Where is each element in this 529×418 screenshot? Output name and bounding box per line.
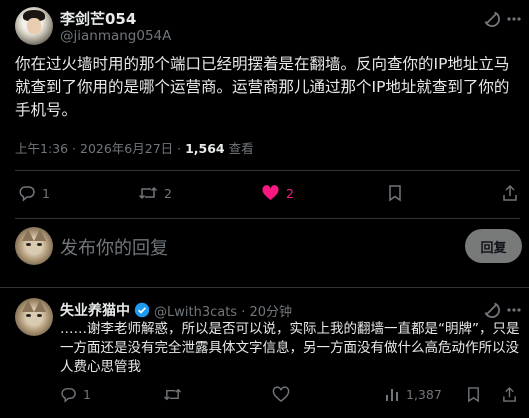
author-name[interactable]: 李剑芒054 <box>60 8 136 29</box>
reply-input[interactable]: 发布你的回复 <box>60 234 168 260</box>
tweet-meta: 上午1:36 · 2026年6月27日 · 1,564 查看 <box>15 138 254 157</box>
reply-author-handle: @Lwith3cats · 20分钟 <box>154 301 292 320</box>
divider <box>15 170 520 171</box>
share-icon <box>503 386 516 402</box>
my-avatar[interactable] <box>15 227 53 265</box>
reply-retweet-action[interactable] <box>163 386 182 403</box>
author-handle[interactable]: @jianmang054A <box>60 28 171 44</box>
reply-handle[interactable]: @Lwith3cats <box>154 305 237 320</box>
grok-icon[interactable] <box>482 10 500 32</box>
retweet-action[interactable]: 2 <box>138 184 172 202</box>
retweet-icon <box>138 186 158 200</box>
bookmark-icon <box>468 387 479 403</box>
reply-view-count: 1,387 <box>406 387 442 402</box>
reply-reply-count: 1 <box>83 387 91 402</box>
retweet-icon <box>163 388 182 401</box>
bookmark-icon <box>389 185 401 202</box>
reply-reply-action[interactable]: 1 <box>60 386 91 403</box>
heart-icon <box>272 386 290 403</box>
like-count: 2 <box>286 185 294 201</box>
verified-badge-icon <box>134 302 150 322</box>
reply-time[interactable]: · 20分钟 <box>237 305 292 320</box>
reply-icon <box>61 388 76 403</box>
view-label: 查看 <box>224 141 254 156</box>
reply-author-name[interactable]: 失业养猫中 <box>60 300 130 320</box>
divider <box>0 287 529 288</box>
author-avatar[interactable] <box>15 7 53 45</box>
reply-icon <box>19 186 35 202</box>
reply-text: ……谢李老师解惑，所以是否可以说，实际上我的翻墙一直都是“明牌”，只是一方面还是… <box>60 321 520 375</box>
tweet-timestamp[interactable]: 上午1:36 · 2026年6月27日 · <box>15 141 185 156</box>
more-icon[interactable] <box>506 10 522 32</box>
like-action[interactable]: 2 <box>261 184 294 202</box>
share-action[interactable] <box>502 184 518 202</box>
heart-icon <box>262 185 279 200</box>
divider <box>15 218 520 219</box>
reply-views-action[interactable]: 1,387 <box>384 386 442 403</box>
reply-bookmark-action[interactable] <box>466 386 481 403</box>
reply-share-action[interactable] <box>502 386 517 403</box>
share-icon <box>503 184 517 201</box>
reply-action[interactable]: 1 <box>18 184 50 202</box>
views-chart-icon <box>386 389 398 401</box>
bookmark-action[interactable] <box>387 184 403 202</box>
post-detail: 李剑芒054 @jianmang054A 你在过火墙时用的那个端口已经明摆着是在… <box>0 0 529 418</box>
view-count: 1,564 <box>185 141 225 156</box>
tweet-text: 你在过火墙时用的那个端口已经明摆着是在翻墙。反向查你的IP地址立马就查到了你用的… <box>15 55 510 119</box>
reply-author-avatar[interactable] <box>15 298 53 336</box>
reply-count: 1 <box>42 185 50 201</box>
retweet-count: 2 <box>164 185 172 201</box>
reply-button[interactable]: 回复 <box>465 229 522 263</box>
reply-like-action[interactable] <box>272 386 290 403</box>
